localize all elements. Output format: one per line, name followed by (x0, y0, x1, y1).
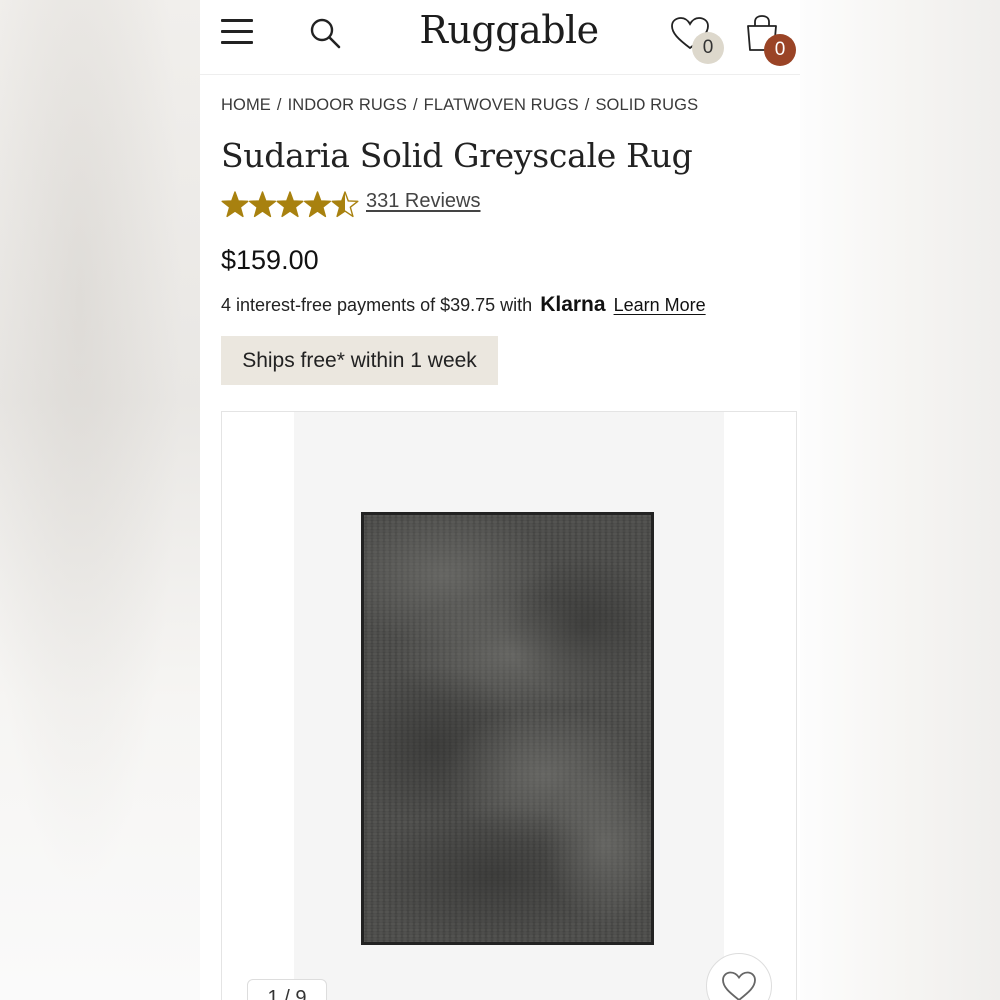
learn-more-link[interactable]: Learn More (614, 295, 706, 315)
site-header: Ruggable 0 0 (200, 0, 800, 75)
star-icon (276, 191, 304, 218)
product-image[interactable] (361, 512, 654, 945)
star-icon (303, 191, 332, 218)
breadcrumb-separator: / (584, 96, 590, 114)
star-icon (221, 191, 249, 218)
breadcrumb: HOME / INDOOR RUGS / FLATWOVEN RUGS / SOLID RU… (221, 96, 698, 115)
cart-button[interactable]: 0 (744, 14, 800, 70)
cart-count-badge: 0 (764, 34, 796, 66)
product-price: $159.00 (221, 245, 319, 275)
background-right (800, 0, 1000, 1000)
breadcrumb-home[interactable]: HOME (221, 96, 271, 114)
star-icon (248, 191, 277, 218)
star-rating[interactable] (221, 190, 361, 220)
favorite-button[interactable] (706, 953, 772, 1000)
wishlist-button[interactable]: 0 (670, 16, 726, 68)
product-title: Sudaria Solid Greyscale Rug (221, 136, 693, 175)
breadcrumb-flatwoven-rugs[interactable]: FLATWOVEN RUGS (424, 96, 579, 114)
background-left (0, 0, 200, 1000)
shipping-badge: Ships free* within 1 week (221, 336, 498, 385)
installments-text: 4 interest-free payments of $39.75 with (221, 295, 533, 315)
image-counter: 1 / 9 (247, 979, 327, 1000)
heart-icon (722, 971, 756, 1000)
klarna-installments: 4 interest-free payments of $39.75 with … (221, 293, 706, 317)
breadcrumb-solid-rugs[interactable]: SOLID RUGS (595, 96, 698, 114)
product-page: Ruggable 0 0 HOME / INDOOR RUGS / FLATWOVEN … (200, 0, 800, 1000)
breadcrumb-separator: / (412, 96, 418, 114)
reviews-link[interactable]: 331 Reviews (366, 190, 481, 213)
breadcrumb-separator: / (276, 96, 282, 114)
klarna-logo: Klarna (540, 293, 606, 316)
breadcrumb-indoor-rugs[interactable]: INDOOR RUGS (288, 96, 407, 114)
product-gallery[interactable]: 1 / 9 (221, 411, 797, 1000)
wishlist-count-badge: 0 (692, 32, 724, 64)
star-icon (331, 191, 359, 218)
